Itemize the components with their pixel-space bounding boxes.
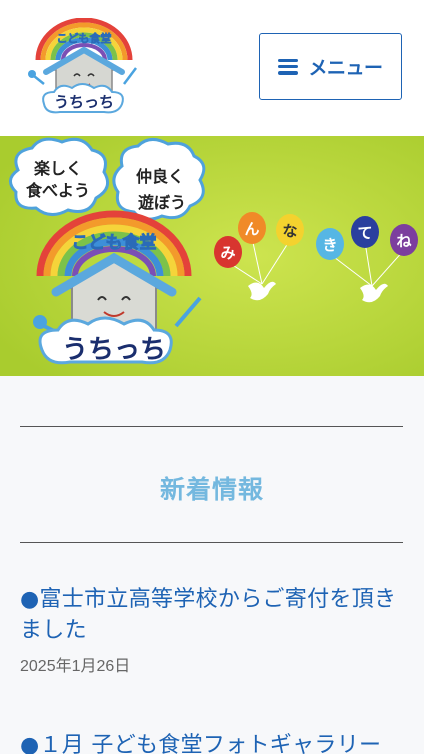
bubble2-line1: 仲良く: [136, 167, 184, 186]
news-heading: 新着情報: [159, 475, 264, 504]
hero-banner: 楽しく 食べよう 仲良く 遊ぼう み ん な き て ね こども食堂 うちっち: [0, 136, 424, 376]
balloon-char-4: き: [322, 236, 337, 254]
balloon-char-3: な: [282, 222, 297, 240]
divider-bottom: [20, 542, 403, 543]
site-logo[interactable]: こども食堂 うちっち: [20, 17, 148, 118]
speech-bubble-2: 仲良く 遊ぼう: [112, 138, 206, 221]
logo-name-text: うちっち: [54, 93, 114, 111]
news-item-date: 2025年1月26日: [20, 658, 131, 675]
hero-logo-name: うちっち: [62, 335, 166, 365]
news-item-link[interactable]: ●富士市立高等学校からご寄付を頂きました: [20, 584, 404, 646]
speech-bubble-1: 楽しく 食べよう: [9, 137, 110, 216]
logo-arc-text: こども食堂: [57, 31, 112, 45]
bubble1-line2: 食べよう: [25, 181, 90, 200]
balloon-char-1: み: [220, 244, 235, 262]
bubble1-line1: 楽しく: [33, 159, 82, 178]
menu-button[interactable]: メニュー: [259, 33, 402, 100]
hero-logo-arc-text: こども食堂: [72, 232, 157, 253]
balloon-char-5: て: [357, 224, 372, 242]
balloon-char-2: ん: [244, 220, 259, 238]
bubble2-line2: 遊ぼう: [138, 193, 186, 212]
news-item: ●１月 子ども食堂フォトギャラリー: [20, 730, 404, 754]
balloon-char-6: ね: [396, 232, 411, 250]
news-item-link[interactable]: ●１月 子ども食堂フォトギャラリー: [20, 730, 404, 754]
news-section: 新着情報 ●富士市立高等学校からご寄付を頂きました 2025年1月26日 ●１月…: [0, 376, 424, 754]
menu-button-label: メニュー: [308, 57, 383, 79]
news-item: ●富士市立高等学校からご寄付を頂きました 2025年1月26日: [20, 584, 404, 676]
site-header: こども食堂 うちっち メニュー: [0, 0, 424, 136]
logo-image: こども食堂 うちっち: [28, 17, 137, 114]
divider-top: [20, 426, 403, 427]
hamburger-icon: [278, 58, 299, 75]
hero-illustration: 楽しく 食べよう 仲良く 遊ぼう み ん な き て ね こども食堂 うちっち: [0, 136, 424, 376]
